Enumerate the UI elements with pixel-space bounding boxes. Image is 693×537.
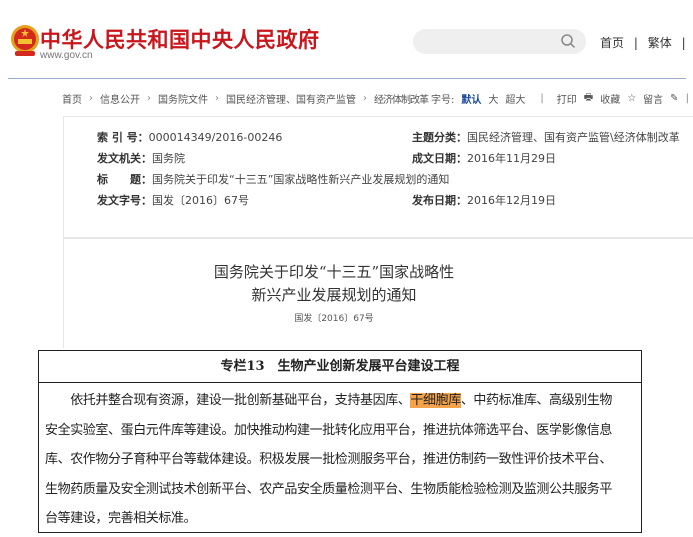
text-line: 生物药质量及安全测试技术创新平台、农产品安全质量检测平台、生物质能检验检测及监测… [45, 481, 613, 497]
written-date-value: 2016年11月29日 [467, 152, 556, 165]
site-url[interactable]: www.gov.cn [40, 50, 93, 61]
font-size-xlarge[interactable]: 超大 [505, 91, 525, 106]
print-button[interactable]: 打印 [557, 91, 577, 106]
breadcrumb: 首页 › 信息公开 › 国务院文件 › 国民经济管理、国有资产监管 › 经济体制改革 字… [62, 91, 689, 106]
breadcrumb-info[interactable]: 信息公开 [100, 91, 140, 106]
topic-value: 国民经济管理、国有资产监管\经济体制改革 [467, 131, 680, 144]
text-line: 安全实验室、蛋白元件库等建设。加快推动构建一批转化应用平台，推进抗体筛选平台、医… [45, 422, 613, 438]
pencil-icon: ✎ [670, 93, 679, 104]
national-emblem-logo [11, 25, 39, 56]
index-value: 000014349/2016-00246 [148, 131, 283, 144]
home-link[interactable]: 首页 [600, 36, 624, 50]
issuer-label: 发文机关： [97, 152, 152, 165]
document-title: 国务院关于印发“十三五”国家战略性 新兴产业发展规划的通知 [14, 261, 654, 307]
header-divider [8, 78, 686, 79]
traditional-chinese-link[interactable]: 繁体 [648, 36, 672, 50]
document-title-line2: 新兴产业发展规划的通知 [251, 286, 417, 304]
breadcrumb-state-council-docs[interactable]: 国务院文件 [158, 91, 208, 106]
document-metadata: 索 引 号：000014349/2016-00246 主题分类：国民经济管理、国… [63, 116, 693, 238]
star-icon: ☆ [627, 93, 637, 104]
doc-number-label: 发文字号： [97, 194, 152, 207]
title-label: 标 题： [97, 173, 152, 186]
breadcrumb-reform[interactable]: 经济体制改革 [374, 95, 429, 106]
index-label: 索 引 号： [97, 131, 149, 144]
printer-icon: 🖶 [583, 92, 594, 103]
comment-button[interactable]: 留言 [643, 91, 663, 106]
text-line: 依托并整合现有资源，建设一批创新基础平台，支持基因库、 [45, 393, 411, 408]
divider: | [681, 36, 686, 50]
column-box: 专栏13 生物产业创新发展平台建设工程 依托并整合现有资源，建设一批创新基础平台… [38, 350, 642, 533]
document-number: 国发〔2016〕67号 [294, 314, 374, 324]
breadcrumb-economy[interactable]: 国民经济管理、国有资产监管 [226, 91, 356, 106]
written-date-label: 成文日期： [412, 152, 467, 165]
font-size-default[interactable]: 默认 [461, 91, 481, 106]
topic-label: 主题分类： [412, 131, 467, 144]
highlighted-text: 干细胞库 [410, 393, 461, 408]
breadcrumb-home[interactable]: 首页 [62, 91, 82, 106]
column-heading: 专栏13 生物产业创新发展平台建设工程 [39, 351, 641, 383]
text-line: 库、农作物分子育种平台等载体建设。积极发展一批检测服务平台，推进仿制药一致性评价… [45, 452, 613, 467]
favorite-button[interactable]: 收藏 [600, 91, 620, 106]
top-links: 首页 | 繁体 | [600, 34, 692, 51]
search-input[interactable] [413, 29, 586, 54]
font-size-large[interactable]: 大 [488, 91, 498, 106]
publish-date-value: 2016年12月19日 [467, 194, 556, 207]
issuer-value: 国务院 [152, 152, 185, 165]
doc-number-value: 国发〔2016〕67号 [152, 194, 249, 207]
text-line: 台等建设，完善相关标准。 [45, 511, 197, 526]
document-body: 国务院关于印发“十三五”国家战略性 新兴产业发展规划的通知 国发〔2016〕67… [63, 238, 693, 348]
search-icon[interactable] [560, 33, 576, 49]
column-text: 依托并整合现有资源，建设一批创新基础平台，支持基因库、干细胞库、中药标准库、高级… [39, 383, 641, 534]
divider: | [633, 36, 638, 50]
title-value: 国务院关于印发“十三五”国家战略性新兴产业发展规划的通知 [152, 173, 450, 186]
document-title-line1: 国务院关于印发“十三五”国家战略性 [213, 263, 455, 281]
font-size-label: 字号: [431, 95, 455, 106]
publish-date-label: 发布日期： [412, 194, 467, 207]
text-line: 、中药标准库、高级别生物 [460, 393, 613, 408]
